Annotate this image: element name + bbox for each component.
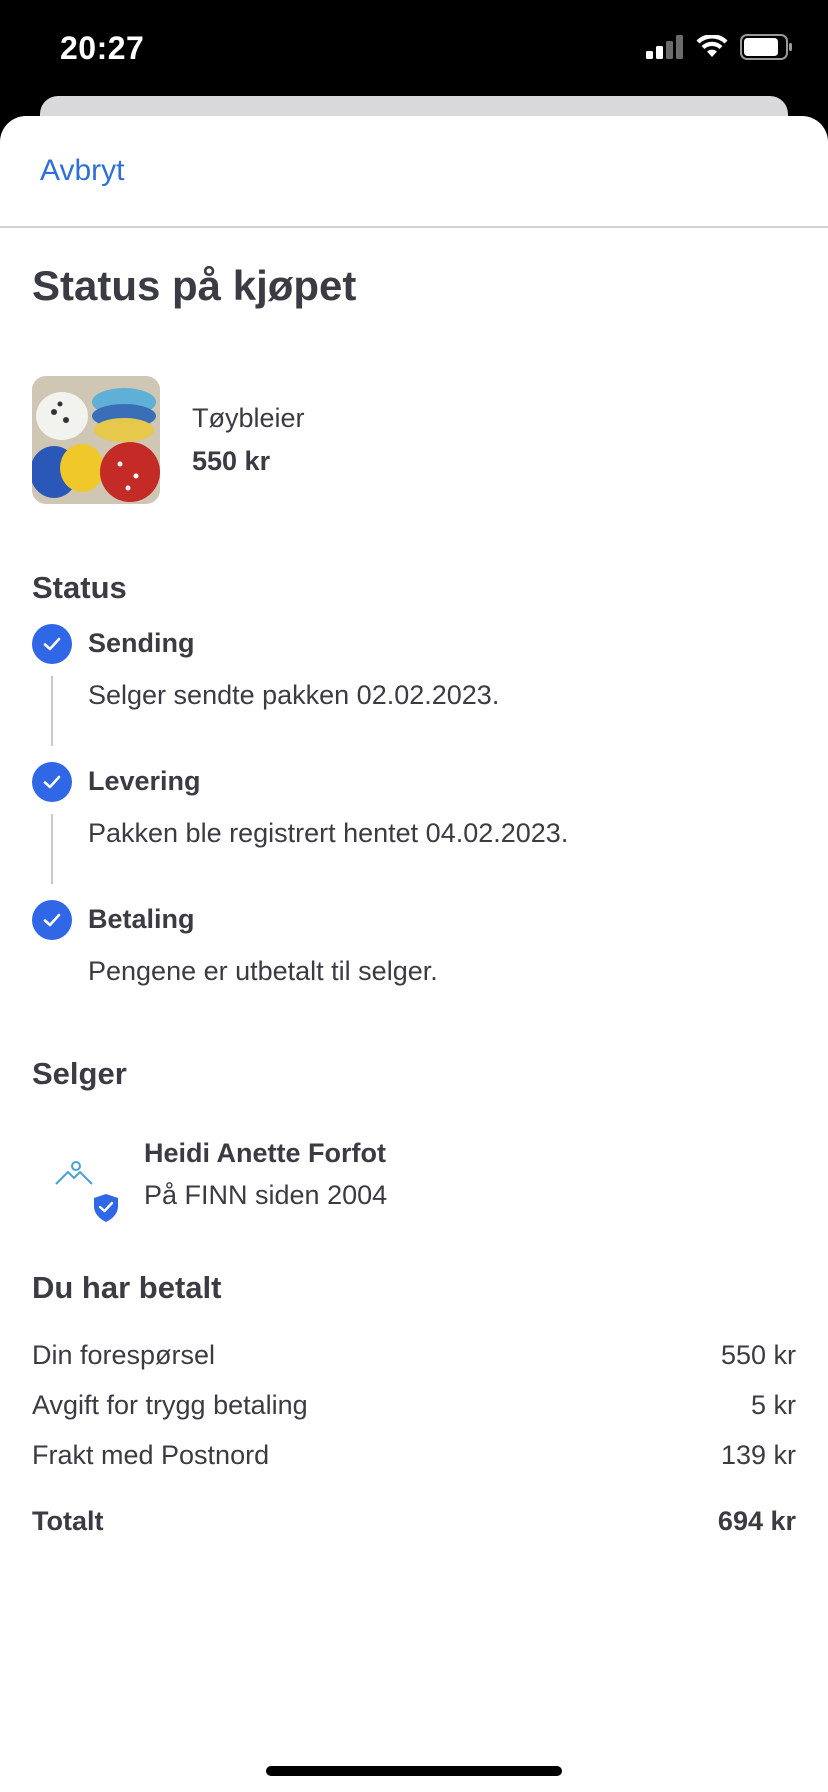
item-photo-icon <box>32 376 160 504</box>
battery-icon <box>740 34 792 60</box>
seller-avatar <box>50 1154 130 1234</box>
status-heading: Status <box>32 570 127 605</box>
home-indicator[interactable] <box>266 1766 562 1776</box>
payment-total-row: Totalt 694 kr <box>32 1506 796 1537</box>
purchase-status-sheet: Avbryt Status på kjøpet Tøybleier 550 kr… <box>0 116 828 1792</box>
status-bar: 20:27 <box>0 0 828 100</box>
wifi-icon <box>696 35 728 57</box>
payment-heading: Du har betalt <box>32 1270 222 1305</box>
cancel-button[interactable]: Avbryt <box>40 154 124 188</box>
payment-row: Frakt med Postnord 139 kr <box>32 1440 796 1471</box>
step-connector <box>51 814 53 884</box>
item-thumbnail <box>32 376 160 504</box>
item-name: Tøybleier <box>192 403 305 433</box>
payment-row: Din forespørsel 550 kr <box>32 1340 796 1371</box>
payment-row-value: 550 kr <box>720 1340 796 1370</box>
step-connector <box>51 676 53 746</box>
step-text: Pengene er utbetalt til selger. <box>88 956 438 986</box>
payment-total-value: 694 kr <box>717 1506 796 1536</box>
payment-row-label: Din forespørsel <box>32 1340 216 1370</box>
step-title: Betaling <box>88 904 195 934</box>
status-icons <box>646 34 794 60</box>
step-text: Pakken ble registrert hentet 04.02.2023. <box>88 818 569 848</box>
payment-row-value: 5 kr <box>750 1390 796 1420</box>
signal-icon <box>646 35 683 59</box>
step-title: Sending <box>88 628 195 658</box>
step-text: Selger sendte pakken 02.02.2023. <box>88 680 500 710</box>
item-summary: Tøybleier 550 kr <box>32 376 305 504</box>
seller-heading: Selger <box>32 1056 127 1091</box>
seller-member-since: På FINN siden 2004 <box>144 1180 388 1210</box>
sheet-nav-bar: Avbryt <box>0 116 828 228</box>
shield-check-icon <box>94 1194 118 1222</box>
seller-card[interactable]: Heidi Anette Forfot På FINN siden 2004 <box>32 1124 792 1224</box>
mountain-avatar-icon <box>55 1161 93 1185</box>
clock: 20:27 <box>60 30 145 66</box>
payment-total-label: Totalt <box>32 1506 104 1536</box>
item-price: 550 kr <box>192 446 271 476</box>
seller-name: Heidi Anette Forfot <box>144 1138 386 1168</box>
payment-row-label: Avgift for trygg betaling <box>32 1390 308 1420</box>
payment-row-label: Frakt med Postnord <box>32 1440 270 1470</box>
check-icon <box>32 624 72 664</box>
step-title: Levering <box>88 766 201 796</box>
payment-row-value: 139 kr <box>720 1440 796 1470</box>
payment-row: Avgift for trygg betaling 5 kr <box>32 1390 796 1421</box>
page-title: Status på kjøpet <box>32 262 357 309</box>
check-icon <box>32 900 72 940</box>
check-icon <box>32 762 72 802</box>
item-info: Tøybleier 550 kr <box>192 403 305 477</box>
